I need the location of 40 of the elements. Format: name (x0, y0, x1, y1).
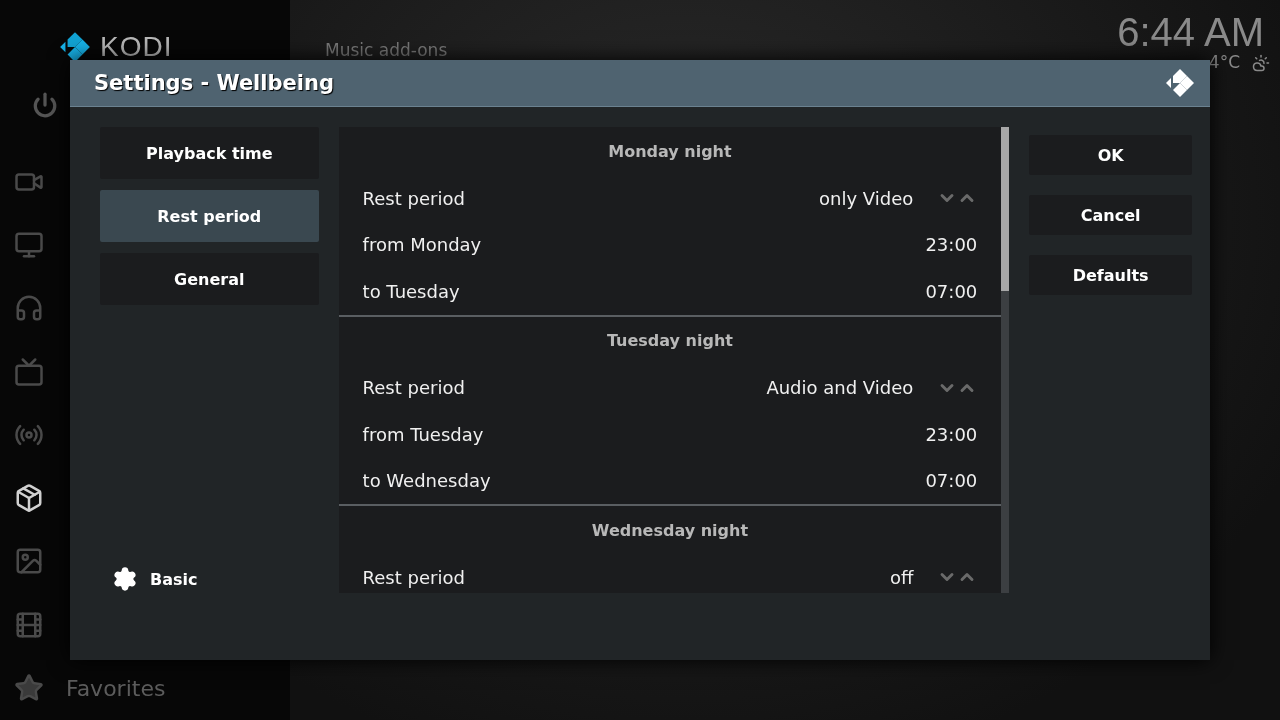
clock: 6:44 AM (1117, 10, 1264, 55)
setting-value: 23:00 (925, 423, 978, 445)
headphones-icon[interactable] (14, 293, 44, 324)
setting-value: off (889, 566, 914, 588)
settings-icon[interactable] (112, 566, 138, 592)
category-button[interactable]: Rest period (100, 190, 319, 242)
star-icon[interactable] (14, 673, 44, 703)
setting-label[interactable]: Rest period (362, 187, 820, 209)
dialog-title: Settings - Wellbeing (94, 71, 334, 95)
setting-label[interactable]: Rest period (362, 566, 890, 588)
category-button[interactable]: General (100, 253, 319, 305)
section-title: Music add-ons (325, 40, 448, 60)
image-icon[interactable] (14, 546, 44, 577)
kodi-logo-icon (1164, 67, 1196, 99)
power-icon[interactable] (32, 92, 58, 118)
section-header: Tuesday night (606, 331, 733, 350)
tv-icon[interactable] (14, 356, 44, 387)
setting-label[interactable]: to Tuesday (362, 280, 926, 302)
scrollbar[interactable] (1001, 127, 1010, 593)
setting-value: only Video (819, 187, 914, 209)
section-header: Monday night (608, 141, 732, 161)
dialog-button[interactable]: Defaults (1029, 255, 1192, 295)
settings-level[interactable]: Basic (150, 569, 198, 589)
scrollbar-thumb[interactable] (1001, 127, 1010, 291)
setting-label[interactable]: Rest period (362, 377, 767, 399)
dialog-button[interactable]: Cancel (1029, 195, 1192, 235)
dialog-button[interactable]: OK (1029, 135, 1192, 175)
weather-icon (1252, 54, 1270, 72)
logo-text: KODI (100, 31, 173, 63)
category-button[interactable]: Playback time (100, 127, 319, 179)
setting-value: Audio and Video (766, 377, 914, 399)
setting-value: 07:00 (925, 280, 978, 302)
setting-value: 07:00 (925, 470, 978, 492)
setting-label[interactable]: from Tuesday (362, 423, 926, 445)
setting-label[interactable]: from Monday (362, 234, 926, 256)
box-icon[interactable] (14, 483, 44, 514)
setting-value: 23:00 (925, 234, 978, 256)
setting-label[interactable]: to Wednesday (362, 470, 926, 492)
temperature: 4°C (1208, 52, 1240, 72)
section-header: Wednesday night (591, 520, 749, 540)
